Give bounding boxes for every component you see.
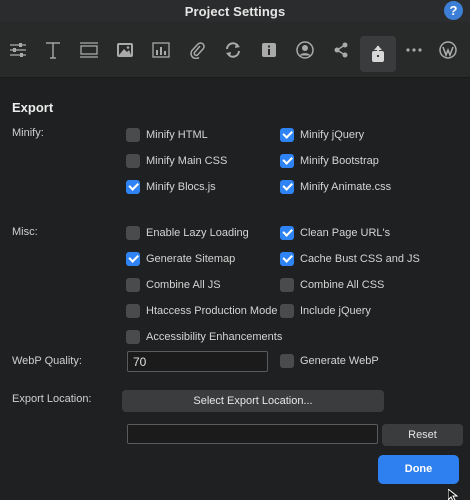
checkbox-combine-js[interactable]: Combine All JS (126, 277, 221, 293)
checkbox-box[interactable] (280, 354, 294, 368)
checkbox-clean-page-urls[interactable]: Clean Page URL's (280, 225, 390, 241)
checkbox-htaccess-production[interactable]: Htaccess Production Mode (126, 303, 277, 319)
share-icon[interactable] (326, 35, 356, 65)
select-export-location-button[interactable]: Select Export Location... (122, 390, 384, 412)
more-icon[interactable] (399, 35, 429, 65)
checkbox-label: Combine All CSS (300, 279, 385, 291)
checkbox-minify-blocs-js[interactable]: Minify Blocs.js (126, 179, 216, 195)
checkbox-box[interactable] (280, 304, 294, 318)
checkbox-label: Generate Sitemap (146, 253, 236, 265)
done-button[interactable]: Done (378, 455, 459, 484)
checkbox-include-jquery[interactable]: Include jQuery (280, 303, 371, 319)
checkbox-box[interactable] (280, 278, 294, 292)
webp-quality-label: WebP Quality: (12, 355, 82, 367)
checkbox-box[interactable] (126, 128, 140, 142)
checkbox-minify-jquery[interactable]: Minify jQuery (280, 127, 364, 143)
checkbox-label: Minify Animate.css (300, 181, 392, 193)
checkbox-box[interactable] (126, 304, 140, 318)
title-bar: Project Settings ? (0, 0, 470, 22)
checkbox-label: Minify Blocs.js (146, 181, 216, 193)
checkbox-label: Minify HTML (146, 129, 208, 141)
mouse-cursor-icon (447, 487, 459, 500)
paperclip-icon[interactable] (182, 35, 212, 65)
checkbox-label: Clean Page URL's (300, 227, 391, 239)
chart-icon[interactable] (146, 35, 176, 65)
export-location-label: Export Location: (12, 393, 92, 405)
checkbox-box[interactable] (126, 154, 140, 168)
checkbox-minify-bootstrap[interactable]: Minify Bootstrap (280, 153, 379, 169)
checkbox-minify-html[interactable]: Minify HTML (126, 127, 208, 143)
user-icon[interactable] (290, 35, 320, 65)
info-icon[interactable] (254, 35, 284, 65)
reset-button[interactable]: Reset (382, 424, 463, 446)
checkbox-box[interactable] (126, 180, 140, 194)
sliders-icon[interactable] (3, 35, 33, 65)
checkbox-box[interactable] (126, 252, 140, 266)
checkbox-box[interactable] (280, 128, 294, 142)
checkbox-generate-webp[interactable]: Generate WebP (280, 353, 379, 369)
checkbox-generate-sitemap[interactable]: Generate Sitemap (126, 251, 235, 267)
export-icon[interactable] (360, 36, 396, 72)
checkbox-box[interactable] (280, 252, 294, 266)
text-icon[interactable] (38, 35, 68, 65)
help-button[interactable]: ? (444, 1, 463, 20)
export-location-field[interactable] (127, 424, 378, 444)
checkbox-box[interactable] (126, 278, 140, 292)
checkbox-label: Combine All JS (146, 279, 221, 291)
sync-icon[interactable] (218, 35, 248, 65)
checkbox-label: Minify Bootstrap (300, 155, 379, 167)
checkbox-box[interactable] (126, 330, 140, 344)
checkbox-label: Enable Lazy Loading (146, 227, 249, 239)
checkbox-label: Minify Main CSS (146, 155, 228, 167)
checkbox-minify-animate-css[interactable]: Minify Animate.css (280, 179, 391, 195)
checkbox-label: Include jQuery (300, 305, 371, 317)
checkbox-label: Minify jQuery (300, 129, 365, 141)
checkbox-label: Generate WebP (300, 355, 379, 367)
webp-quality-input[interactable]: 70 (127, 351, 268, 372)
misc-label: Misc: (12, 226, 38, 238)
checkbox-box[interactable] (126, 226, 140, 240)
settings-toolbar (0, 22, 470, 78)
window-title: Project Settings (184, 4, 286, 19)
checkbox-lazy-loading[interactable]: Enable Lazy Loading (126, 225, 249, 241)
checkbox-minify-main-css[interactable]: Minify Main CSS (126, 153, 227, 169)
image-icon[interactable] (110, 35, 140, 65)
checkbox-combine-css[interactable]: Combine All CSS (280, 277, 384, 293)
checkbox-label: Accessibility Enhancements (146, 331, 283, 343)
layout-icon[interactable] (74, 35, 104, 65)
checkbox-box[interactable] (280, 180, 294, 194)
checkbox-cache-bust[interactable]: Cache Bust CSS and JS (280, 251, 420, 267)
checkbox-box[interactable] (280, 154, 294, 168)
checkbox-label: Cache Bust CSS and JS (300, 253, 420, 265)
checkbox-box[interactable] (280, 226, 294, 240)
minify-label: Minify: (12, 127, 44, 139)
wordpress-icon[interactable] (433, 35, 463, 65)
checkbox-label: Htaccess Production Mode (146, 305, 278, 317)
checkbox-accessibility[interactable]: Accessibility Enhancements (126, 329, 282, 345)
export-heading: Export (12, 100, 54, 115)
